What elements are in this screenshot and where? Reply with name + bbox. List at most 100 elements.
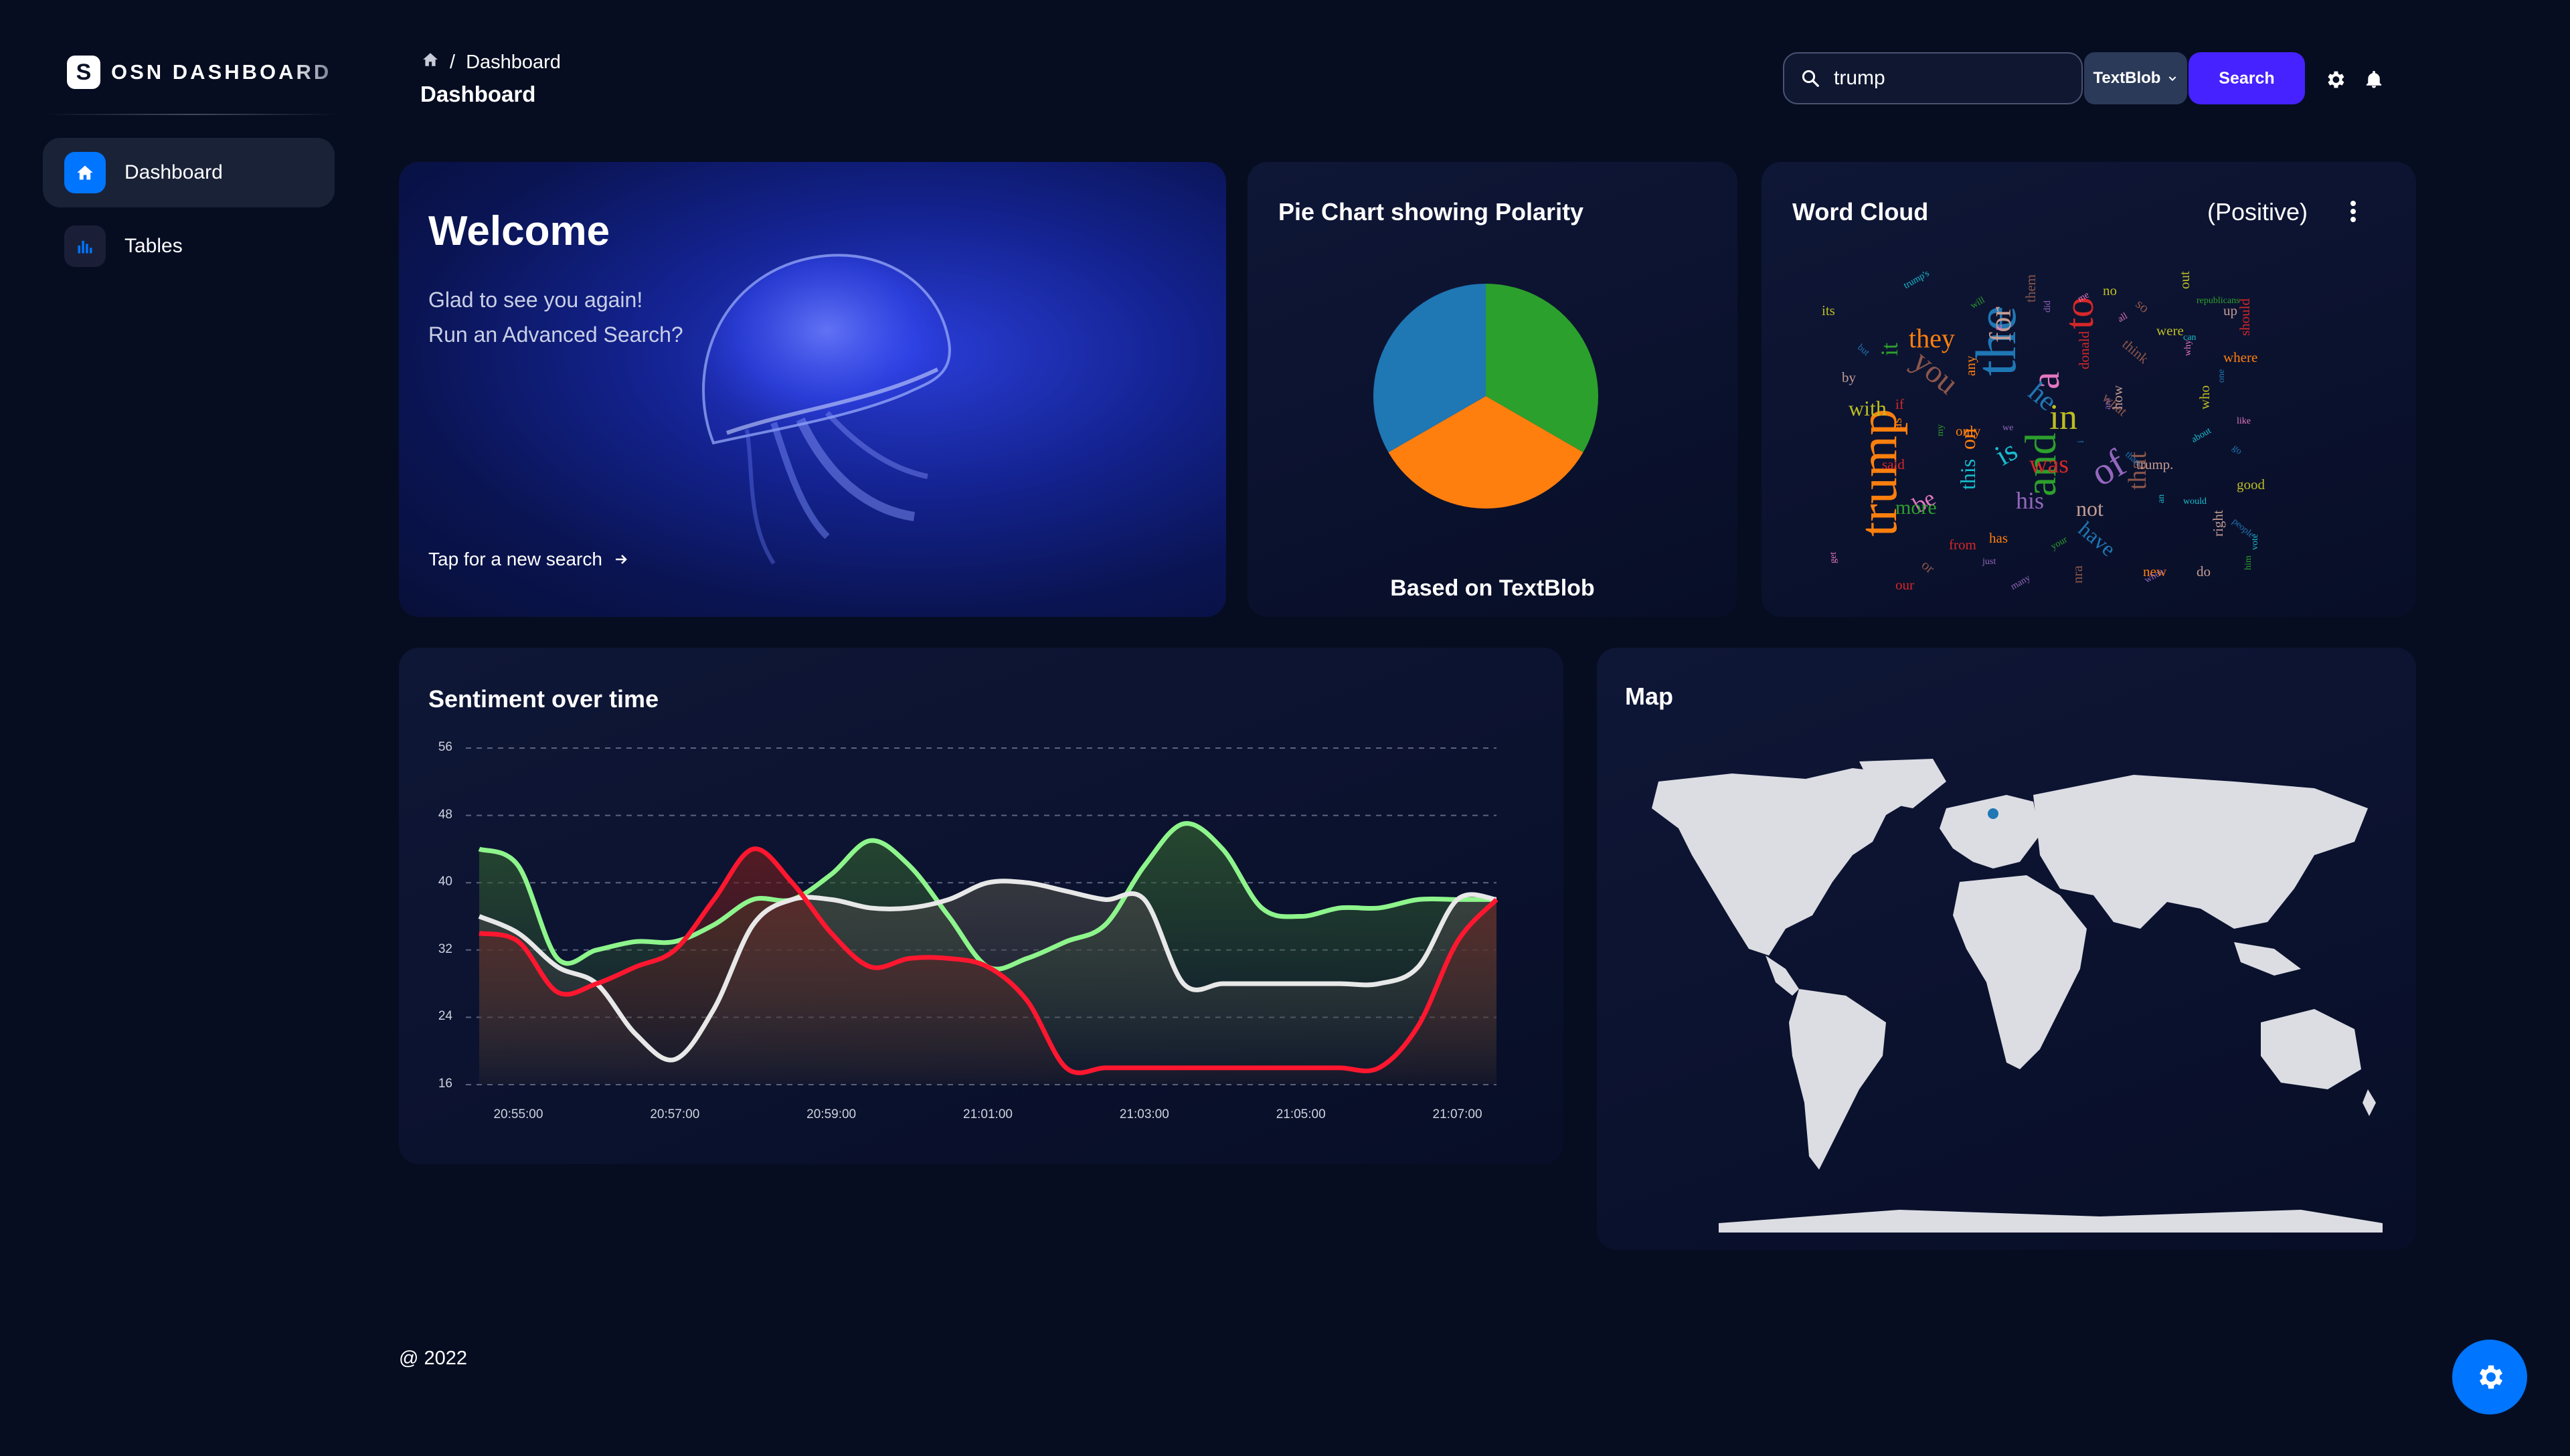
sidebar-item-label: Dashboard	[124, 161, 223, 183]
new-zealand	[2363, 1089, 2376, 1116]
word-cloud-word: would	[2183, 496, 2207, 507]
word-cloud-word: were	[2156, 323, 2184, 339]
map-marker	[1988, 808, 1998, 819]
sentiment-trend-card: Sentiment over time 16 24 32 40 48 56 20:55:00…	[399, 648, 1563, 1164]
engine-select-value: TextBlob	[2093, 69, 2161, 87]
home-icon[interactable]	[422, 51, 439, 74]
word-cloud-word: many	[2009, 573, 2033, 592]
word-cloud-word: how	[2110, 385, 2126, 410]
south-america	[1789, 989, 1886, 1170]
word-cloud-word: an	[2156, 494, 2166, 503]
y-tick-label: 16	[438, 1077, 452, 1091]
map-title: Map	[1625, 682, 1673, 710]
word-cloud-word: trump.	[2136, 456, 2174, 472]
word-cloud-word: i	[2076, 440, 2086, 443]
word-cloud-word: we	[2002, 423, 2014, 433]
polarity-pie-chart	[1373, 284, 1599, 509]
word-cloud-word: think	[2119, 336, 2152, 367]
more-options-icon[interactable]	[2349, 199, 2357, 227]
search-input[interactable]	[1832, 66, 2049, 90]
word-cloud-word: as	[1889, 418, 1905, 430]
gear-icon	[2474, 1361, 2506, 1393]
word-cloud-word: by	[1842, 369, 1856, 385]
word-cloud-word: but	[1855, 343, 1871, 358]
y-tick-label: 48	[438, 807, 452, 822]
word-cloud-word: nra	[2069, 565, 2085, 583]
word-cloud-word: republicans	[2197, 296, 2240, 306]
breadcrumb-current: Dashboard	[466, 51, 561, 73]
x-tick-label: 21:07:00	[1432, 1107, 1482, 1121]
settings-fab[interactable]	[2452, 1340, 2527, 1415]
page-title: Dashboard	[420, 82, 536, 106]
word-cloud-word: can	[2183, 333, 2197, 343]
x-tick-label: 20:55:00	[493, 1107, 543, 1121]
word-cloud-word: good	[2237, 476, 2265, 492]
pie-title: Pie Chart showing Polarity	[1278, 198, 1584, 225]
app-logo[interactable]: S OSN DASHBOARD	[67, 55, 331, 90]
word-cloud-word: do	[2197, 563, 2211, 579]
logo-mark: S	[67, 56, 100, 89]
word-cloud-word: did	[2043, 300, 2053, 312]
pie-caption: Based on TextBlob	[1390, 575, 1595, 601]
word-cloud-word: all	[2116, 311, 2130, 325]
word-cloud: the trump and to of you a in is for he they it was his…	[1822, 268, 2357, 593]
antarctica	[1719, 1210, 2383, 1233]
word-cloud-word: at	[1996, 323, 2003, 333]
word-cloud-word: trump's	[1902, 268, 1932, 291]
new-search-link[interactable]: Tap for a new search	[428, 549, 629, 570]
breadcrumb: / Dashboard	[422, 51, 561, 74]
word-cloud-word: they	[1909, 323, 1955, 353]
x-tick-label: 20:59:00	[806, 1107, 857, 1121]
engine-select[interactable]: TextBlob	[2084, 52, 2187, 104]
y-tick-label: 40	[438, 875, 452, 889]
sidebar-item-dashboard[interactable]: Dashboard	[43, 138, 335, 207]
search-button[interactable]: Search	[2189, 52, 2305, 104]
word-cloud-word: go	[2230, 443, 2244, 457]
word-cloud-word: any	[1962, 355, 1978, 376]
word-cloud-word: my	[1936, 424, 1946, 436]
trend-title: Sentiment over time	[428, 685, 659, 713]
search-box[interactable]	[1783, 52, 2083, 104]
y-tick-label: 32	[438, 941, 452, 956]
word-cloud-sentiment: (Positive)	[2207, 198, 2308, 225]
word-cloud-word: his	[2016, 487, 2045, 514]
map-card: Map	[1597, 648, 2416, 1250]
word-cloud-word: or	[1918, 557, 1938, 577]
sidebar-item-tables[interactable]: Tables	[43, 211, 335, 281]
word-cloud-word: its	[1822, 302, 1835, 318]
word-cloud-word: about	[2190, 426, 2213, 445]
word-cloud-word: more	[1895, 496, 1937, 519]
sentiment-trend-chart: 16 24 32 40 48 56 20:55:00 20:57:00 20:59:00 21:0…	[412, 735, 1550, 1136]
word-cloud-word: get	[1828, 551, 1838, 563]
welcome-title: Welcome	[428, 208, 610, 254]
polarity-pie-card: Pie Chart showing Polarity Based on Text…	[1248, 162, 1737, 617]
word-cloud-word: no	[2103, 282, 2117, 298]
sidebar-divider	[43, 114, 341, 115]
word-cloud-word: our	[1895, 577, 1914, 593]
arrow-right-icon	[613, 551, 629, 567]
search-icon	[1800, 68, 1820, 88]
welcome-message: Glad to see you again!	[428, 288, 643, 312]
word-cloud-title: Word Cloud	[1792, 198, 1929, 225]
app-title: OSN DASHBOARD	[111, 60, 332, 84]
word-cloud-card: Word Cloud (Positive) the trump and to of you…	[1762, 162, 2416, 617]
welcome-card[interactable]: Welcome Glad to see you again! Run an Ad…	[399, 162, 1226, 617]
notifications-icon[interactable]	[2364, 68, 2384, 94]
word-cloud-word: where	[2223, 349, 2258, 365]
word-cloud-word: them	[2023, 274, 2039, 302]
word-cloud-word: your	[2049, 535, 2069, 552]
settings-icon[interactable]	[2324, 68, 2346, 94]
x-tick-label: 21:01:00	[963, 1107, 1013, 1121]
word-cloud-word: like	[2237, 416, 2251, 426]
footer-copyright: @ 2022	[399, 1348, 468, 1369]
trend-plot	[466, 747, 1498, 1085]
southeast-asia	[2234, 942, 2301, 976]
home-icon	[64, 152, 106, 193]
word-cloud-word: it	[1876, 342, 1903, 356]
new-search-label: Tap for a new search	[428, 549, 602, 569]
world-map[interactable]	[1632, 755, 2383, 1233]
x-tick-label: 21:05:00	[1276, 1107, 1326, 1121]
word-cloud-word: from	[1949, 537, 1976, 553]
word-cloud-word: out	[2176, 271, 2193, 289]
word-cloud-word: vote	[2250, 533, 2260, 550]
